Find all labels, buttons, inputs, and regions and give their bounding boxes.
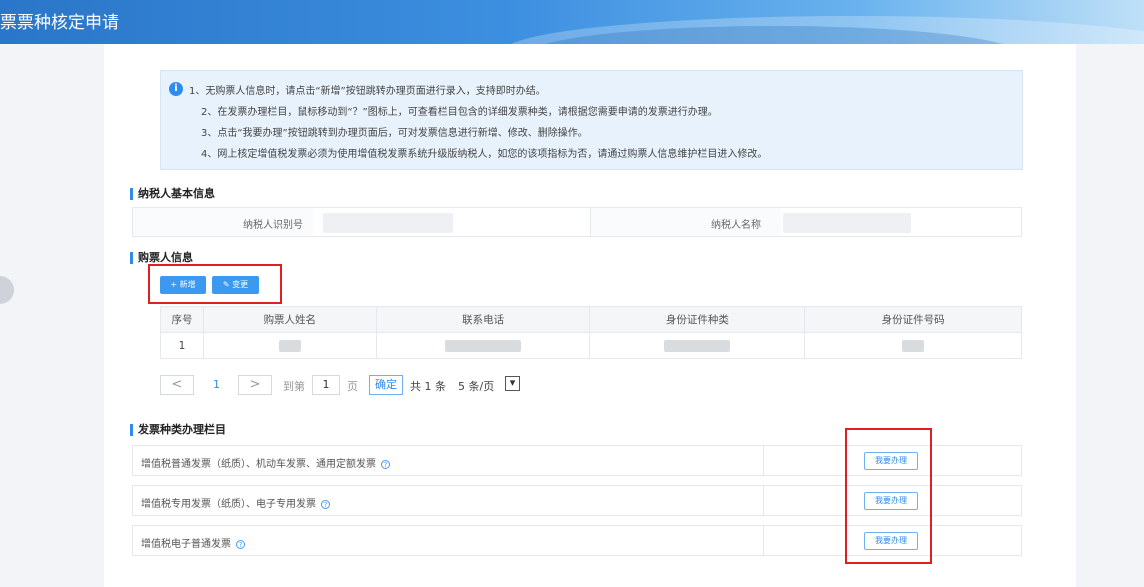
- row-buyer-name: [202, 332, 377, 359]
- next-page-button[interactable]: >: [238, 375, 272, 395]
- row-divider: [763, 446, 764, 475]
- row-id-type: [589, 332, 806, 359]
- taxpayer-id-label: 纳税人识别号: [243, 220, 303, 231]
- help-icon[interactable]: ?: [236, 539, 245, 549]
- taxpayer-name-value: [783, 213, 911, 233]
- invoice-type-name: 增值税专用发票（纸质）、电子专用发票?: [141, 495, 330, 510]
- row-id-number: [804, 332, 1022, 359]
- buyers-section-title: 购票人信息: [130, 252, 193, 264]
- notice-line-2: 2、在发票办理栏目，鼠标移动到“？”图标上，可查看栏目包含的详细发票种类，请根据…: [201, 107, 718, 118]
- column-header-buyer-name: 购票人姓名: [202, 306, 377, 333]
- confirm-page-button[interactable]: 确定: [369, 375, 403, 395]
- add-buyer-button[interactable]: + 新增: [160, 276, 206, 294]
- column-header-index: 序号: [160, 306, 204, 333]
- invoice-type-name: 增值税普通发票（纸质）、机动车发票、通用定额发票?: [141, 455, 390, 470]
- help-icon[interactable]: ?: [321, 499, 330, 509]
- table-row[interactable]: 1: [160, 332, 1022, 359]
- change-buyer-button[interactable]: ✎ 变更: [212, 276, 259, 294]
- taxpayer-section-title: 纳税人基本信息: [130, 188, 215, 200]
- notice-box: i 1、无购票人信息时，请点击“新增”按钮跳转办理页面进行录入，支持即时办结。 …: [160, 70, 1023, 170]
- chevron-down-icon[interactable]: ▾: [505, 376, 520, 391]
- notice-line-3: 3、点击“我要办理”按钮跳转到办理页面后，可对发票信息进行新增、修改、删除操作。: [201, 128, 588, 139]
- row-phone: [375, 332, 591, 359]
- row-divider: [763, 526, 764, 555]
- main-panel: i 1、无购票人信息时，请点击“新增”按钮跳转办理页面进行录入，支持即时办结。 …: [104, 44, 1076, 587]
- invoice-section-title: 发票种类办理栏目: [130, 424, 226, 436]
- prev-page-button[interactable]: <: [160, 375, 194, 395]
- buyer-table: 序号 购票人姓名 联系电话 身份证件种类 身份证件号码 1: [160, 306, 1022, 359]
- notice-line-1: 1、无购票人信息时，请点击“新增”按钮跳转办理页面进行录入，支持即时办结。: [189, 86, 546, 97]
- invoice-type-name: 增值税电子普通发票?: [141, 535, 245, 550]
- goto-label: 到第: [283, 380, 305, 393]
- side-toggle-handle[interactable]: [0, 276, 14, 304]
- column-header-id-type: 身份证件种类: [589, 306, 806, 333]
- page-title: 票票种核定申请: [0, 13, 119, 33]
- column-header-id-number: 身份证件号码: [804, 306, 1022, 333]
- total-count: 共 1 条: [410, 380, 446, 393]
- taxpayer-divider: [590, 208, 591, 236]
- table-header-row: 序号 购票人姓名 联系电话 身份证件种类 身份证件号码: [160, 306, 1022, 333]
- notice-line-4: 4、网上核定增值税发票必须为使用增值税发票系统升级版纳税人，如您的该项指标为否，…: [201, 149, 768, 160]
- taxpayer-info-box: 纳税人识别号 纳税人名称: [132, 207, 1022, 237]
- taxpayer-name-label: 纳税人名称: [711, 220, 761, 231]
- row-index: 1: [160, 332, 204, 359]
- help-icon[interactable]: ?: [381, 459, 390, 469]
- taxpayer-id-value: [323, 213, 453, 233]
- column-header-phone: 联系电话: [375, 306, 591, 333]
- page-size-select[interactable]: 5 条/页: [458, 378, 494, 394]
- page-number-current[interactable]: 1: [213, 378, 220, 391]
- info-icon: i: [169, 82, 183, 96]
- page-unit-label: 页: [347, 380, 358, 393]
- row-divider: [763, 486, 764, 515]
- highlight-box-handle-buttons: [845, 428, 932, 564]
- page-header: 票票种核定申请: [0, 0, 1144, 44]
- goto-page-input[interactable]: 1: [312, 375, 340, 395]
